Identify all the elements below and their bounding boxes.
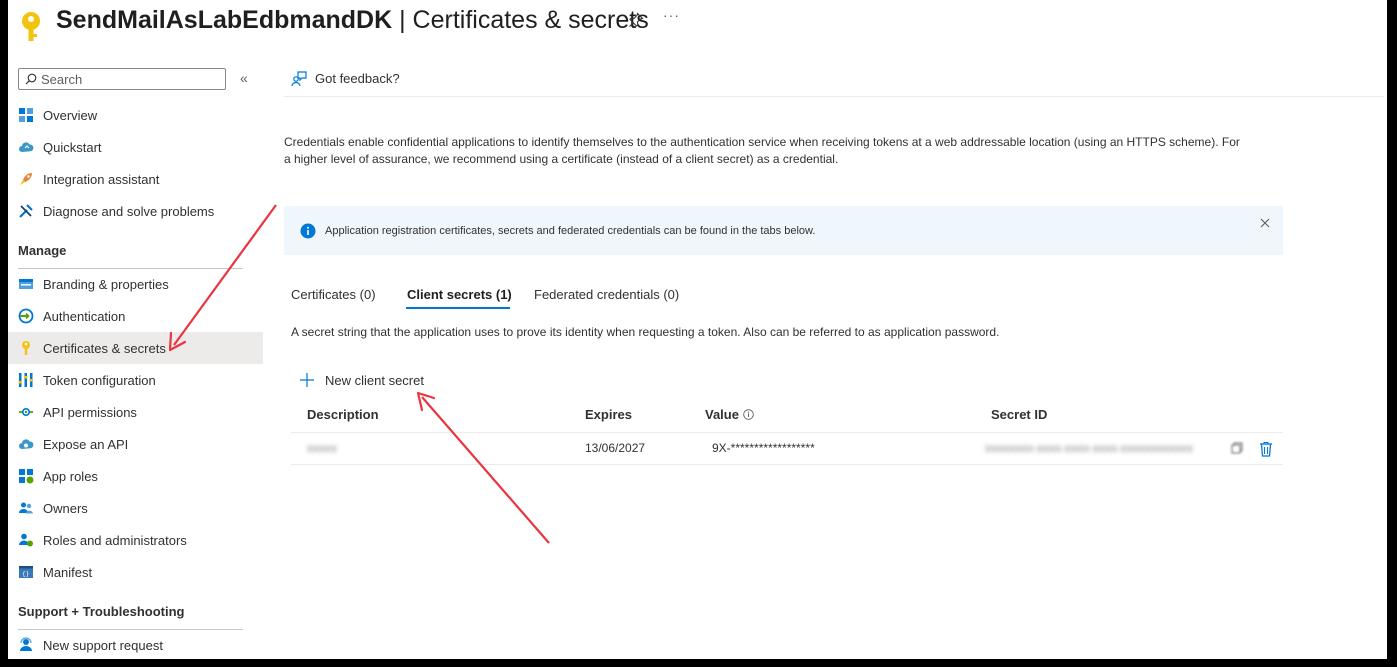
support-section-heading: Support + Troubleshooting — [18, 604, 243, 630]
column-header-expires[interactable]: Expires — [585, 407, 632, 422]
token-icon — [18, 373, 33, 387]
secret-expires-cell: 13/06/2027 — [585, 441, 646, 455]
client-secrets-description: A secret string that the application use… — [291, 325, 1000, 339]
feedback-icon[interactable] — [290, 70, 308, 88]
roles-icon — [19, 533, 33, 547]
title-separator: | — [392, 6, 413, 34]
table-row: xxxxx 13/06/2027 9X-****************** x… — [291, 433, 1283, 465]
svg-text:{}: {} — [22, 571, 29, 578]
secret-id-cell[interactable]: xxxxxxxx-xxxx-xxxx-xxxx-xxxxxxxxxxxx — [985, 441, 1193, 455]
tab-certificates[interactable]: Certificates (0) — [291, 287, 376, 302]
sidebar-item-label: API permissions — [43, 404, 137, 420]
tab-federated-credentials[interactable]: Federated credentials (0) — [534, 287, 679, 302]
sidebar-item-label: New support request — [43, 637, 163, 653]
sidebar-item-label: Authentication — [43, 308, 126, 324]
owners-icon — [19, 502, 33, 514]
sidebar-item-label: Expose an API — [43, 436, 129, 452]
command-bar: Got feedback? — [284, 60, 1384, 97]
sidebar-item-new-support-request[interactable]: New support request — [8, 629, 263, 659]
selected-tab-indicator — [406, 307, 510, 309]
sidebar-item-certificates-secrets[interactable]: Certificates & secrets — [8, 332, 263, 364]
authentication-icon — [18, 308, 34, 324]
search-box[interactable] — [18, 68, 226, 90]
sidebar-item-label: Diagnose and solve problems — [43, 203, 215, 219]
support-icon — [20, 637, 32, 651]
column-header-description[interactable]: Description — [307, 407, 379, 422]
sidebar-item-owners[interactable]: Owners — [8, 492, 263, 524]
sidebar-item-label: Token configuration — [43, 372, 156, 388]
info-message-bar: Application registration certificates, s… — [284, 206, 1283, 255]
sidebar-item-label: Quickstart — [43, 139, 102, 155]
sidebar-item-expose-api[interactable]: Expose an API — [8, 428, 263, 460]
sidebar-item-manifest[interactable]: {} Manifest — [8, 556, 263, 588]
title-bar: SendMailAsLabEdbmandDK | Certificates & … — [8, 0, 1387, 52]
sidebar-item-roles-administrators[interactable]: Roles and administrators — [8, 524, 263, 556]
key-icon — [22, 12, 40, 41]
api-permissions-icon — [19, 408, 33, 417]
more-options-icon[interactable]: ··· — [663, 7, 680, 23]
info-circle-icon[interactable] — [743, 409, 754, 420]
branding-icon — [19, 279, 33, 289]
page-title: SendMailAsLabEdbmandDK | Certificates & … — [56, 6, 649, 35]
rocket-icon — [20, 173, 32, 185]
tab-client-secrets[interactable]: Client secrets (1) — [407, 287, 512, 302]
sidebar-item-quickstart[interactable]: Quickstart — [8, 131, 263, 163]
cloud-api-icon — [19, 439, 34, 449]
sidebar-item-diagnose[interactable]: Diagnose and solve problems — [8, 195, 263, 227]
sidebar-item-api-permissions[interactable]: API permissions — [8, 396, 263, 428]
intro-text: Credentials enable confidential applicat… — [284, 135, 1240, 166]
sidebar-item-label: Roles and administrators — [43, 532, 187, 548]
sidebar: « Overview Quickstart Integration assist… — [8, 60, 264, 659]
sidebar-item-label: Manifest — [43, 564, 93, 580]
collapse-sidebar-icon[interactable]: « — [240, 70, 248, 86]
wrench-icon — [19, 204, 33, 218]
sidebar-item-label: Certificates & secrets — [43, 340, 166, 356]
copy-icon[interactable] — [1231, 442, 1243, 454]
manifest-icon: {} — [19, 566, 33, 578]
info-icon — [300, 223, 316, 239]
info-message-text: Application registration certificates, s… — [325, 225, 816, 237]
sidebar-item-label: Branding & properties — [43, 276, 169, 292]
new-client-secret-button[interactable]: New client secret — [300, 370, 424, 390]
pin-icon[interactable] — [628, 12, 644, 28]
sidebar-item-label: Integration assistant — [43, 171, 160, 187]
main-content: Got feedback? Credentials enable confide… — [284, 60, 1384, 659]
section-label: Support + Troubleshooting — [18, 604, 185, 619]
sidebar-item-overview[interactable]: Overview — [8, 99, 263, 131]
key-icon — [22, 341, 30, 355]
portal-window: SendMailAsLabEdbmandDK | Certificates & … — [8, 0, 1387, 659]
search-icon — [25, 73, 37, 85]
secret-value-cell[interactable]: 9X-****************** — [712, 441, 815, 455]
overview-icon — [19, 108, 33, 122]
page-name: Certificates & secrets — [412, 6, 649, 34]
plus-icon — [300, 373, 314, 387]
value-header-label: Value — [705, 407, 739, 422]
sidebar-item-app-roles[interactable]: App roles — [8, 460, 263, 492]
delete-icon[interactable] — [1259, 441, 1273, 457]
sidebar-item-label: Overview — [43, 107, 98, 123]
feedback-button[interactable]: Got feedback? — [315, 71, 400, 86]
sidebar-item-integration-assistant[interactable]: Integration assistant — [8, 163, 263, 195]
section-label: Manage — [18, 243, 67, 258]
sidebar-item-token-configuration[interactable]: Token configuration — [8, 364, 263, 396]
column-header-value[interactable]: Value — [705, 407, 754, 422]
sidebar-item-branding[interactable]: Branding & properties — [8, 268, 263, 300]
sidebar-item-label: Owners — [43, 500, 88, 516]
secret-description-cell: xxxxx — [307, 441, 337, 455]
manage-section-heading: Manage — [18, 243, 243, 269]
sidebar-item-authentication[interactable]: Authentication — [8, 300, 263, 332]
search-input[interactable] — [41, 70, 221, 88]
new-client-secret-label: New client secret — [325, 372, 424, 388]
column-header-secret-id[interactable]: Secret ID — [991, 407, 1047, 422]
sidebar-item-label: App roles — [43, 468, 98, 484]
cloud-icon — [19, 142, 34, 152]
table-header: Description Expires Value Secret ID — [291, 400, 1283, 433]
close-icon[interactable] — [1260, 218, 1270, 228]
app-roles-icon — [19, 469, 34, 484]
app-name: SendMailAsLabEdbmandDK — [56, 6, 393, 34]
